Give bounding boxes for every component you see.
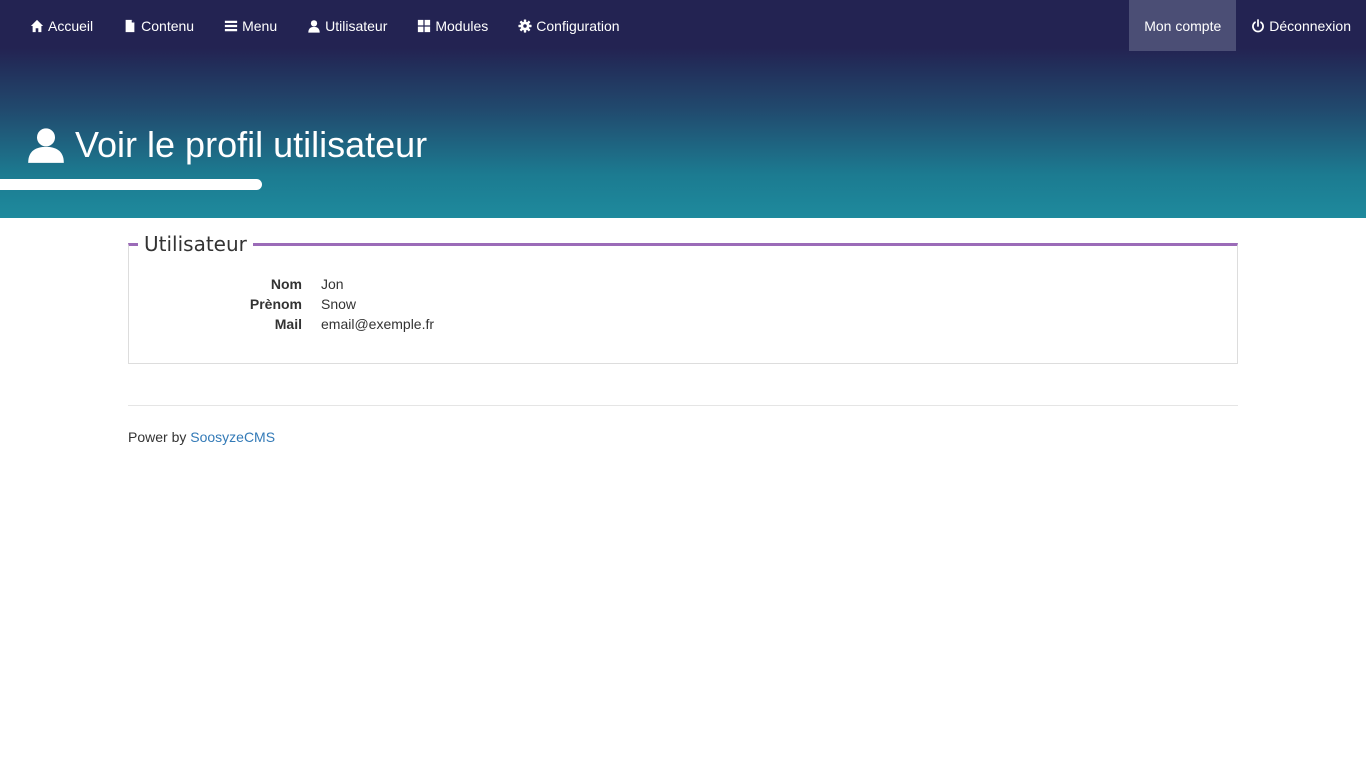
account-menu: Mon compte Déconnexion [1129, 0, 1366, 51]
user-icon [308, 19, 320, 33]
nav-item-configuration[interactable]: Configuration [503, 0, 634, 51]
nav-label: Configuration [536, 17, 620, 34]
profile-row-mail: Mail email@exemple.fr [129, 314, 629, 334]
nav-label: Contenu [141, 17, 195, 34]
profile-row-prenom: Prènom Snow [129, 294, 629, 314]
nav-item-deconnexion[interactable]: Déconnexion [1236, 0, 1366, 51]
footer: Power by SoosyzeCMS [128, 405, 1238, 445]
top-navbar: Accueil Contenu Menu Utilisateur Modules… [0, 0, 1366, 51]
page-title: Voir le profil utilisateur [27, 124, 427, 166]
file-icon [125, 19, 135, 32]
nav-label: Modules [435, 17, 489, 34]
field-value: email@exemple.fr [321, 316, 435, 332]
page-title-text: Voir le profil utilisateur [75, 124, 428, 165]
nav-label: Mon compte [1144, 17, 1222, 34]
nav-item-modules[interactable]: Modules [402, 0, 503, 51]
nav-item-mon-compte[interactable]: Mon compte [1129, 0, 1237, 51]
footer-text: Power by [128, 429, 187, 445]
profile-details: Nom Jon Prènom Snow Mail email@exemple.f… [129, 274, 629, 334]
user-fieldset: Utilisateur Nom Jon Prènom Snow Mail ema… [128, 232, 1238, 364]
power-icon [1252, 18, 1265, 32]
home-icon [30, 19, 44, 32]
nav-label: Menu [242, 17, 278, 34]
modules-icon [418, 19, 431, 32]
header-banner: Accueil Contenu Menu Utilisateur Modules… [0, 0, 1366, 218]
footer-link-soosyze[interactable]: SoosyzeCMS [190, 429, 275, 445]
field-label: Prènom [249, 296, 302, 312]
nav-item-contenu[interactable]: Contenu [108, 0, 209, 51]
main-menu: Accueil Contenu Menu Utilisateur Modules… [15, 0, 635, 51]
profile-row-nom: Nom Jon [129, 274, 629, 294]
field-label: Nom [270, 276, 302, 292]
gear-icon [518, 18, 532, 33]
field-value: Snow [321, 296, 357, 312]
nav-label: Déconnexion [1269, 17, 1351, 34]
user-icon [28, 128, 64, 163]
nav-label: Accueil [48, 17, 94, 34]
nav-item-utilisateur[interactable]: Utilisateur [292, 0, 402, 51]
field-value: Jon [321, 276, 344, 292]
title-underline [0, 179, 262, 190]
nav-item-accueil[interactable]: Accueil [15, 0, 108, 51]
menu-icon [224, 20, 238, 31]
nav-item-menu[interactable]: Menu [209, 0, 292, 51]
field-label: Mail [274, 316, 302, 332]
nav-label: Utilisateur [325, 17, 388, 34]
fieldset-legend: Utilisateur [138, 232, 253, 256]
